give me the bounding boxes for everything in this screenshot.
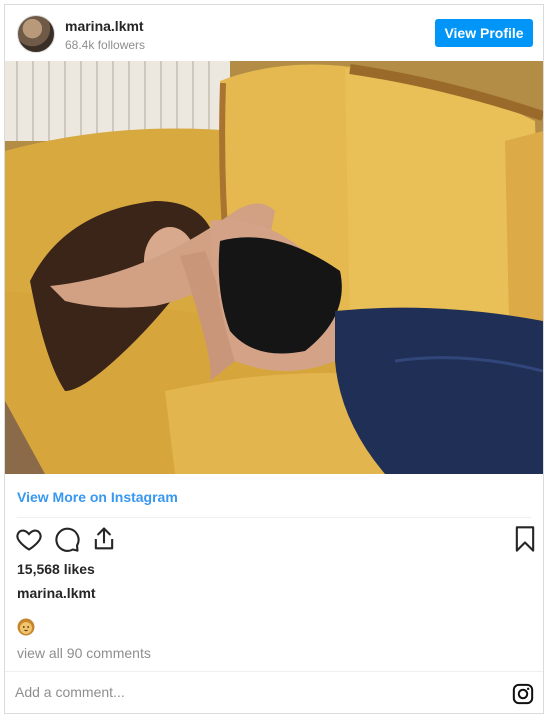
post-header: marina.lkmt 68.4k followers View Profile bbox=[5, 5, 543, 61]
lion-face-emoji bbox=[17, 618, 35, 636]
comment-icon[interactable] bbox=[53, 525, 83, 555]
post-photo[interactable] bbox=[5, 61, 543, 474]
share-icon[interactable] bbox=[90, 525, 120, 555]
add-comment-input[interactable]: Add a comment... bbox=[15, 684, 125, 700]
instagram-icon[interactable] bbox=[512, 683, 534, 705]
username[interactable]: marina.lkmt bbox=[65, 18, 144, 34]
caption-username[interactable]: marina.lkmt bbox=[17, 585, 96, 601]
view-all-comments-link[interactable]: view all 90 comments bbox=[17, 645, 151, 661]
instagram-embed-card: marina.lkmt 68.4k followers View Profile bbox=[4, 4, 544, 714]
follower-count: 68.4k followers bbox=[65, 38, 146, 52]
comment-bar: Add a comment... bbox=[5, 671, 543, 714]
avatar[interactable] bbox=[17, 15, 55, 53]
bookmark-icon[interactable] bbox=[511, 525, 541, 555]
divider bbox=[17, 517, 531, 518]
view-profile-button[interactable]: View Profile bbox=[435, 19, 533, 47]
like-count[interactable]: 15,568 likes bbox=[17, 561, 95, 577]
view-more-on-instagram-link[interactable]: View More on Instagram bbox=[17, 489, 178, 505]
heart-icon[interactable] bbox=[15, 525, 45, 555]
action-bar bbox=[13, 525, 535, 555]
